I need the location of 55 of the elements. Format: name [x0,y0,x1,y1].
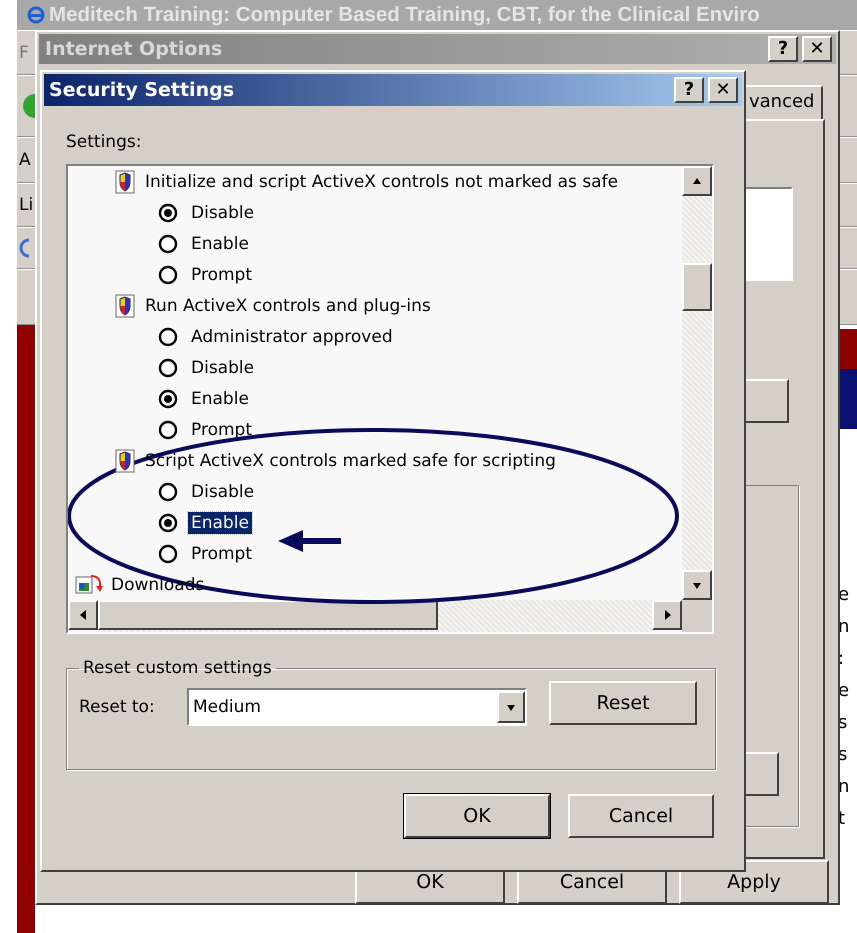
radio-button[interactable] [158,544,178,564]
radio-button[interactable] [158,512,178,532]
radio-button[interactable] [158,388,178,408]
setting-name: Initialize and script ActiveX controls not marked as safe [145,172,618,192]
help-button[interactable]: ? [768,36,798,62]
reset-button[interactable]: Reset [549,681,697,725]
shield-icon [115,294,135,318]
window-title: Meditech Training: Computer Based Training, CBT, for the Clinical Enviro [49,3,760,27]
toolbar-text: F [19,42,29,62]
close-button[interactable]: ✕ [802,36,832,62]
option-label[interactable]: Disable [188,356,258,378]
scrollbar-corner [682,600,712,632]
window-title: Internet Options [45,38,222,60]
option-label[interactable]: Enable [188,388,252,410]
shield-icon [115,448,135,472]
radio-button[interactable] [158,202,178,222]
reset-level-dropdown[interactable]: Medium [187,688,527,726]
scroll-left-button[interactable] [68,600,98,630]
annotation-arrow [278,530,341,552]
setting-name: Script ActiveX controls marked safe for scripting [145,450,556,470]
downloads-icon [75,572,103,596]
radio-button[interactable] [158,264,178,284]
option-label[interactable]: Prompt [188,264,255,286]
option-label[interactable]: Prompt [188,542,255,564]
option-label[interactable]: Administrator approved [188,326,396,348]
scroll-right-button[interactable] [652,600,682,630]
radio-button[interactable] [158,234,178,254]
close-button[interactable]: ✕ [708,77,738,103]
radio-button[interactable] [158,482,178,502]
ok-button[interactable]: OK [404,794,550,838]
option-label[interactable]: Disable [188,202,258,224]
scroll-thumb[interactable] [682,263,712,311]
toolbar-text: Li [19,195,34,215]
shield-icon [115,170,135,194]
browser-icon [27,6,45,24]
help-button[interactable]: ? [674,77,704,103]
group-title: Reset custom settings [82,658,273,678]
radio-button[interactable] [158,420,178,440]
page-icon [19,238,29,258]
reset-to-label: Reset to: [79,697,156,717]
setting-name: Run ActiveX controls and plug-ins [145,296,431,316]
scroll-up-button[interactable] [682,166,712,196]
radio-button[interactable] [158,358,178,378]
page-text: : [837,647,846,671]
settings-label: Settings: [66,132,142,154]
option-label[interactable]: Disable [188,480,258,502]
scroll-down-button[interactable] [682,570,712,600]
window-title: Security Settings [49,79,234,101]
option-label[interactable]: Enable [188,512,252,534]
scroll-thumb[interactable] [98,600,438,630]
cancel-button[interactable]: Cancel [568,794,714,838]
option-label[interactable]: Enable [188,232,252,254]
radio-button[interactable] [158,326,178,346]
toolbar-text: A [19,150,31,170]
option-label[interactable]: Prompt [188,418,255,440]
